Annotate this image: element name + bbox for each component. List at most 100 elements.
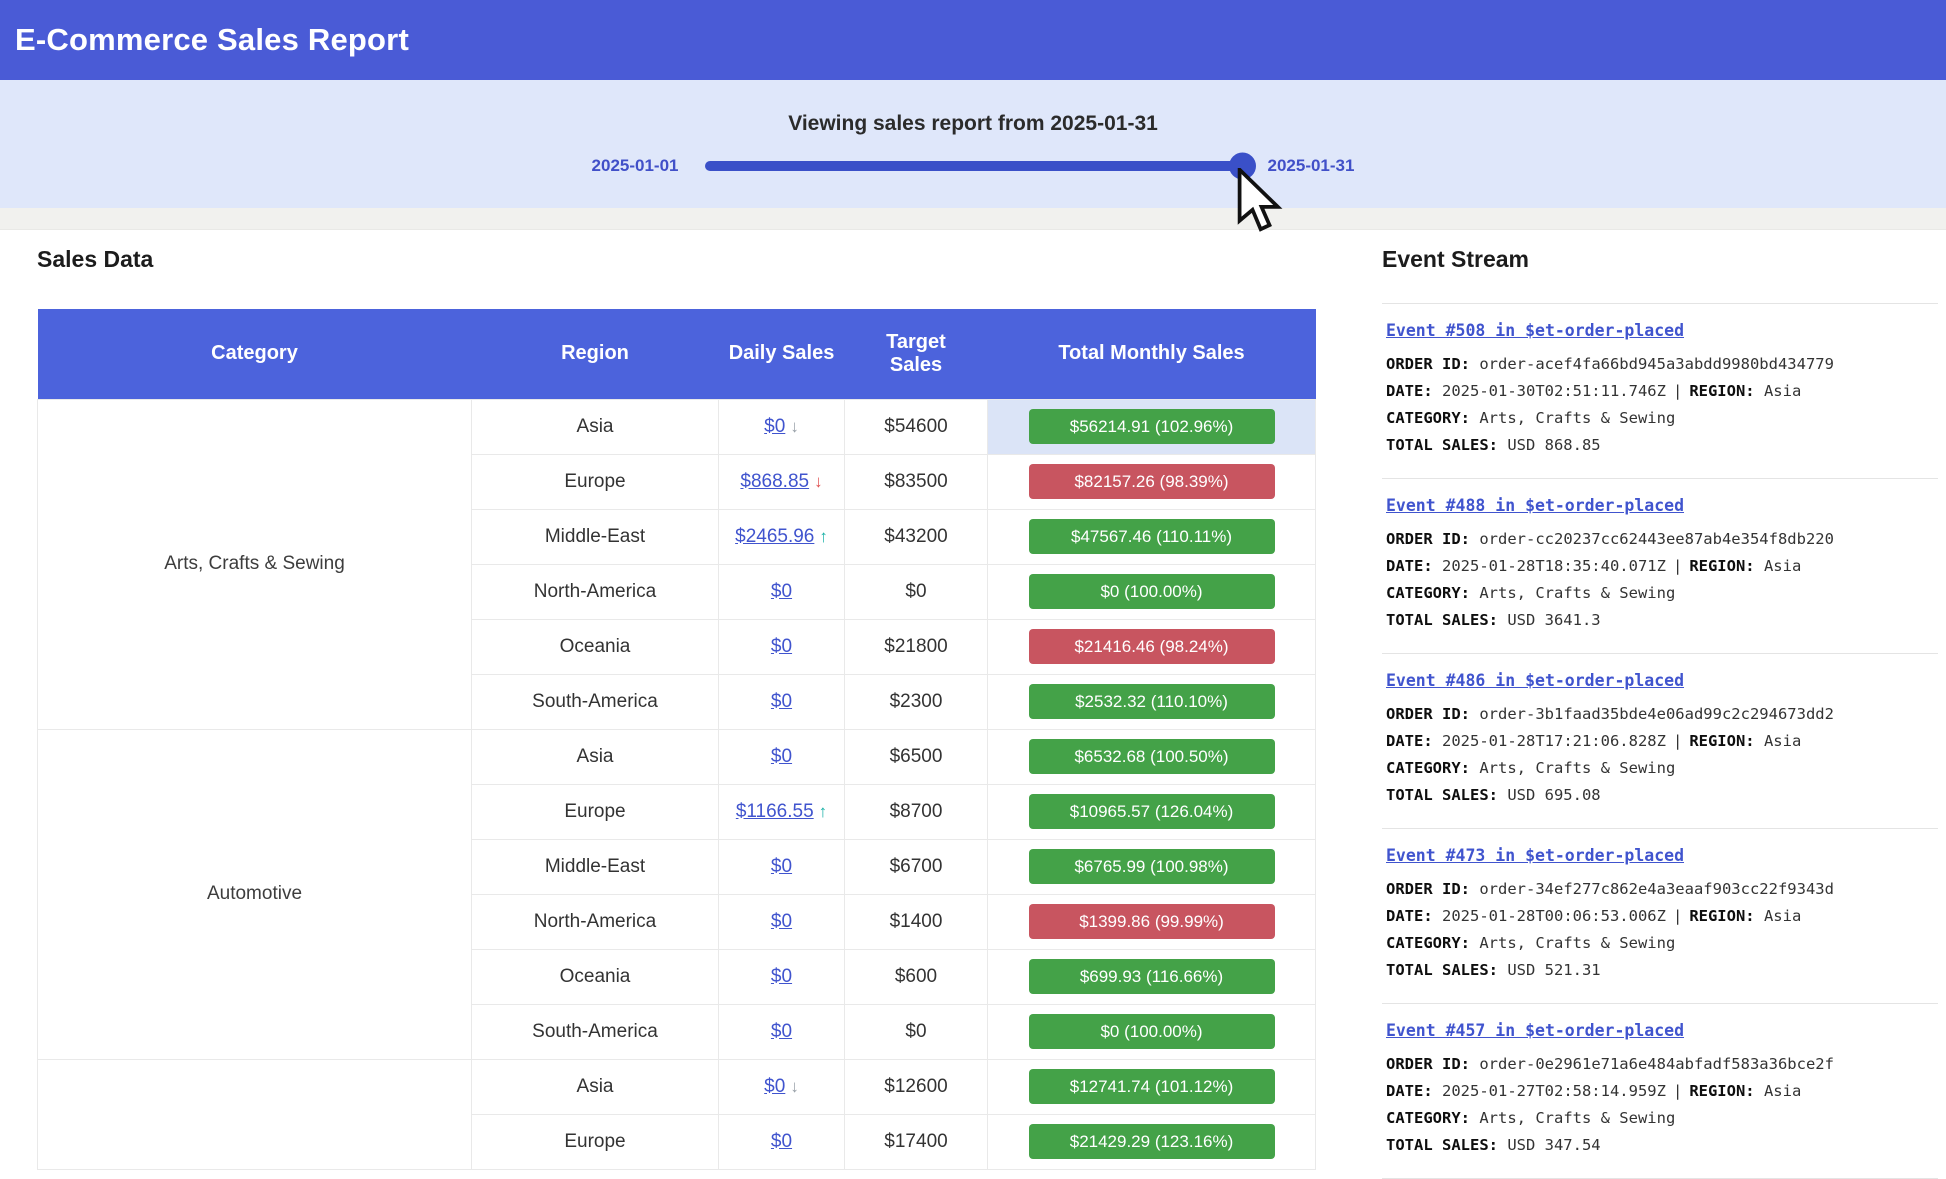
event-item: Event #488 in $et-order-placed ORDER ID: … [1382,479,1938,654]
total-sales-cell: $56214.91 (102.96%) [988,399,1316,454]
daily-sales-link[interactable]: $0 [771,1131,792,1152]
total-sales-badge: $6765.99 (100.98%) [1029,849,1275,884]
daily-sales-cell: $2465.96 ↑ [719,509,845,564]
region-cell: Asia [472,729,719,784]
event-item: Event #473 in $et-order-placed ORDER ID: … [1382,829,1938,1004]
daily-sales-cell: $868.85 ↓ [719,454,845,509]
sales-table-header: CategoryRegionDaily SalesTarget SalesTot… [38,309,1316,399]
total-sales-cell: $1399.86 (99.99%) [988,894,1316,949]
target-sales-cell: $600 [845,949,988,1004]
event-item: Event #486 in $et-order-placedORDER ID: … [1382,654,1938,829]
region-cell: Middle-East [472,839,719,894]
event-stream-panel: Event Stream Event #508 in $et-order-pla… [1382,246,1938,1179]
daily-sales-link[interactable]: $0 [771,581,792,602]
category-cell: Automotive [38,729,472,1059]
date-range-slider[interactable] [705,161,1242,171]
daily-sales-cell: $0 [719,729,845,784]
total-sales-cell: $21429.29 (123.16%) [988,1114,1316,1169]
daily-sales-cell: $0 [719,839,845,894]
region-cell: Europe [472,454,719,509]
trend-down-icon: ↓ [790,417,799,436]
target-sales-cell: $8700 [845,784,988,839]
target-sales-cell: $83500 [845,454,988,509]
total-sales-badge: $12741.74 (101.12%) [1029,1069,1275,1104]
event-link[interactable]: Event #486 in $et-order-placed [1386,671,1684,690]
daily-sales-link[interactable]: $0 [771,911,792,932]
region-cell: Europe [472,784,719,839]
event-link[interactable]: Event #473 in $et-order-placed [1386,846,1684,865]
region-cell: Oceania [472,619,719,674]
total-sales-badge: $56214.91 (102.96%) [1029,409,1275,444]
trend-down-icon: ↓ [814,472,823,491]
event-order-id: ORDER ID: order-acef4fa66bd945a3abdd9980… [1386,351,1938,378]
event-total-sales: TOTAL SALES: USD 868.85 [1386,432,1938,459]
daily-sales-link[interactable]: $0 [764,1076,785,1097]
event-category: CATEGORY: Arts, Crafts & Sewing [1386,405,1938,432]
event-link[interactable]: Event #457 in $et-order-placed [1386,1021,1684,1040]
event-category: CATEGORY: Arts, Crafts & Sewing [1386,755,1938,782]
daily-sales-link[interactable]: $0 [771,746,792,767]
sales-data-heading: Sales Data [37,246,1315,273]
date-slider-row: 2025-01-01 2025-01-31 [592,156,1355,176]
category-cell [38,1059,472,1169]
region-cell: Asia [472,399,719,454]
event-item: Event #508 in $et-order-placed ORDER ID: … [1382,304,1938,479]
target-sales-cell: $21800 [845,619,988,674]
target-sales-cell: $1400 [845,894,988,949]
sales-table-body: Arts, Crafts & SewingAsia$0↓$54600$56214… [38,399,1316,1169]
daily-sales-link[interactable]: $0 [771,856,792,877]
total-sales-badge: $0 (100.00%) [1029,574,1275,609]
slider-thumb[interactable] [1229,153,1256,180]
daily-sales-link[interactable]: $0 [771,966,792,987]
daily-sales-link[interactable]: $0 [771,636,792,657]
column-header: Daily Sales [719,309,845,399]
total-sales-badge: $10965.57 (126.04%) [1029,794,1275,829]
daily-sales-link[interactable]: $1166.55 [736,801,814,822]
total-sales-badge: $21416.46 (98.24%) [1029,629,1275,664]
app-title: E-Commerce Sales Report [15,22,409,58]
sales-table: CategoryRegionDaily SalesTarget SalesTot… [37,309,1316,1170]
total-sales-cell: $12741.74 (101.12%) [988,1059,1316,1114]
event-category: CATEGORY: Arts, Crafts & Sewing [1386,580,1938,607]
table-row: Asia$0↓$12600$12741.74 (101.12%) [38,1059,1316,1114]
daily-sales-link[interactable]: $0 [771,691,792,712]
event-link[interactable]: Event #488 in $et-order-placed [1386,496,1684,515]
total-sales-cell: $6765.99 (100.98%) [988,839,1316,894]
target-sales-cell: $0 [845,1004,988,1059]
daily-sales-cell: $0 [719,894,845,949]
total-sales-badge: $1399.86 (99.99%) [1029,904,1275,939]
date-start-label: 2025-01-01 [592,156,679,176]
event-stream-heading: Event Stream [1382,246,1938,273]
event-date-region: DATE: 2025-01-28T00:06:53.006Z|REGION: A… [1386,903,1938,930]
total-sales-cell: $699.93 (116.66%) [988,949,1316,1004]
event-total-sales: TOTAL SALES: USD 521.31 [1386,957,1938,984]
event-date-region: DATE: 2025-01-30T02:51:11.746Z|REGION: A… [1386,378,1938,405]
event-order-id: ORDER ID: order-34ef277c862e4a3eaaf903cc… [1386,876,1938,903]
event-date-region: DATE: 2025-01-28T18:35:40.071Z|REGION: A… [1386,553,1938,580]
daily-sales-cell: $0 [719,1114,845,1169]
daily-sales-cell: $0↓ [719,1059,845,1114]
target-sales-cell: $54600 [845,399,988,454]
event-order-id: ORDER ID: order-cc20237cc62443ee87ab4e35… [1386,526,1938,553]
total-sales-badge: $0 (100.00%) [1029,1014,1275,1049]
daily-sales-cell: $0 [719,949,845,1004]
daily-sales-link[interactable]: $2465.96 [735,526,814,547]
region-cell: North-America [472,564,719,619]
target-sales-cell: $6500 [845,729,988,784]
trend-up-icon: ↑ [819,802,828,821]
daily-sales-link[interactable]: $0 [771,1021,792,1042]
daily-sales-link[interactable]: $868.85 [740,471,809,492]
total-sales-cell: $47567.46 (110.11%) [988,509,1316,564]
target-sales-cell: $6700 [845,839,988,894]
total-sales-cell: $82157.26 (98.39%) [988,454,1316,509]
region-cell: South-America [472,674,719,729]
event-link[interactable]: Event #508 in $et-order-placed [1386,321,1684,340]
daily-sales-link[interactable]: $0 [764,416,785,437]
event-total-sales: TOTAL SALES: USD 347.54 [1386,1132,1938,1159]
total-sales-badge: $47567.46 (110.11%) [1029,519,1275,554]
target-sales-cell: $43200 [845,509,988,564]
total-sales-cell: $21416.46 (98.24%) [988,619,1316,674]
total-sales-cell: $0 (100.00%) [988,564,1316,619]
trend-up-icon: ↑ [819,527,828,546]
region-cell: South-America [472,1004,719,1059]
